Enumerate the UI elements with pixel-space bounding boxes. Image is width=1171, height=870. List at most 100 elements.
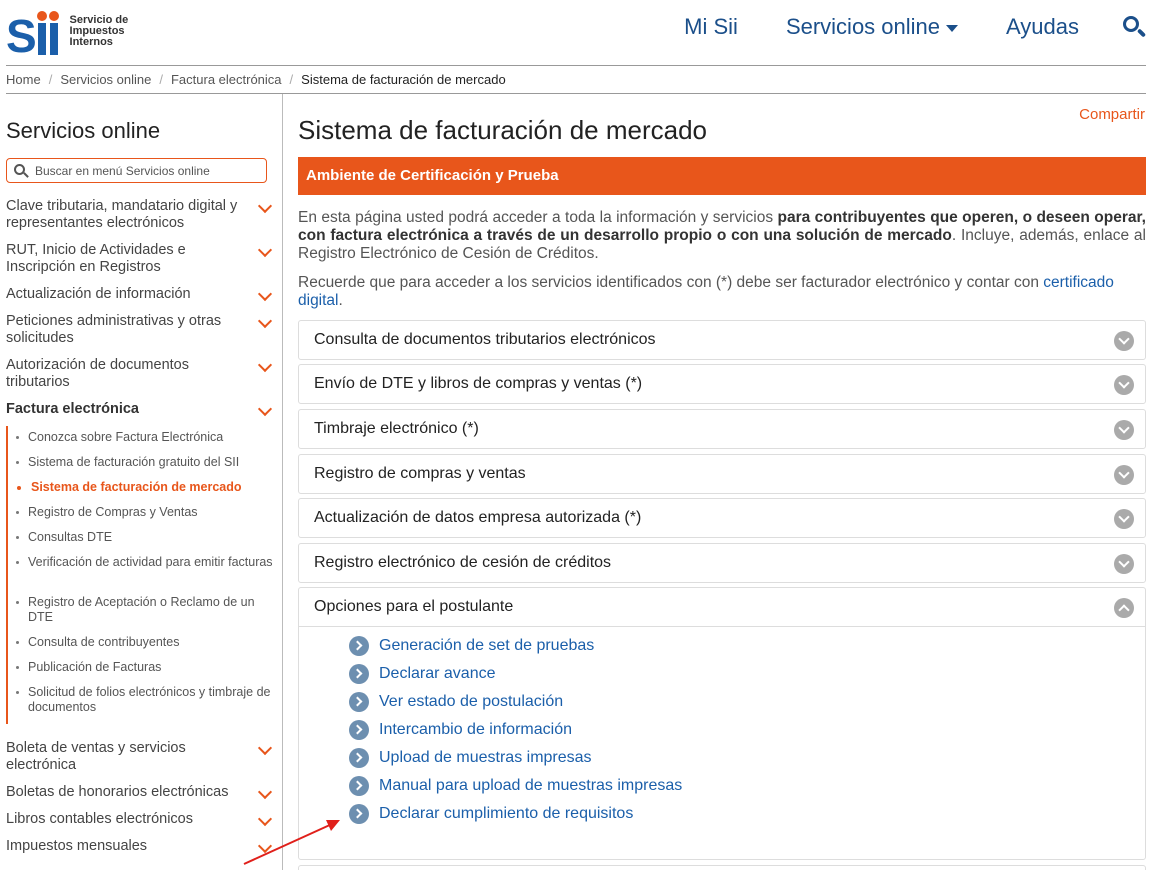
sidebar-item-label: Boletas de honorarios electrónicas — [6, 784, 229, 800]
chevron-down-icon — [257, 313, 273, 329]
sidebar-item-label: Boleta de ventas y servicios electrónica — [6, 740, 186, 773]
breadcrumb-servicios-online[interactable]: Servicios online — [60, 72, 151, 87]
logo-line-2: Impuestos — [69, 24, 125, 37]
option-ver-estado[interactable]: Ver estado de postulación — [349, 691, 563, 713]
sii-logo[interactable]: S Servicio de Impuestos Internos — [6, 6, 146, 59]
accordion-label: Opciones para el postulante — [314, 598, 514, 615]
environment-banner: Ambiente de Certificación y Prueba — [298, 157, 1146, 195]
accordion-label: Timbraje electrónico (*) — [314, 420, 479, 437]
accordion-timbraje[interactable]: Timbraje electrónico (*) — [298, 409, 1146, 449]
intro-text: En esta página usted podrá acceder a tod… — [298, 209, 778, 226]
chevron-down-icon — [1114, 420, 1134, 440]
nav-mi-sii[interactable]: Mi Sii — [684, 14, 738, 40]
submenu-item[interactable]: Consultas DTE — [16, 530, 273, 545]
accordion-opciones-postulante: Opciones para el postulante Generación d… — [298, 587, 1146, 860]
accordion-label: Registro de compras y ventas — [314, 465, 526, 482]
header-divider — [6, 65, 1146, 66]
submenu-item[interactable]: Registro de Compras y Ventas — [16, 505, 273, 520]
arrow-circle-icon — [349, 776, 369, 796]
accordion-envio-dte[interactable]: Envío de DTE y libros de compras y venta… — [298, 364, 1146, 404]
submenu-item-current[interactable]: Sistema de facturación de mercado — [17, 480, 276, 495]
chevron-down-icon — [1114, 554, 1134, 574]
arrow-circle-icon — [349, 636, 369, 656]
accordion-label: Consulta de documentos tributarios elect… — [314, 331, 656, 348]
sidebar: Servicios online Clave tributaria, manda… — [0, 94, 283, 870]
site-header: S Servicio de Impuestos Internos Mi Sii … — [0, 0, 1171, 62]
logo-line-1: Servicio de — [69, 13, 129, 26]
share-link[interactable]: Compartir — [1079, 106, 1145, 123]
option-label: Upload de muestras impresas — [379, 749, 592, 766]
sii-logo-text: Servicio de Impuestos Internos — [69, 13, 146, 48]
breadcrumb-separator: / — [159, 72, 163, 87]
sidebar-item-boleta-ventas[interactable]: Boleta de ventas y servicios electrónica — [6, 740, 276, 774]
option-label: Manual para upload de muestras impresas — [379, 777, 683, 794]
nav-ayudas[interactable]: Ayudas — [1006, 14, 1079, 40]
sidebar-item-impuestos-mensuales[interactable]: Impuestos mensuales — [6, 838, 276, 855]
arrow-circle-icon — [349, 720, 369, 740]
sidebar-item-actualizacion[interactable]: Actualización de información — [6, 286, 276, 303]
accordion-header[interactable]: Opciones para el postulante — [299, 588, 1145, 627]
sidebar-search-input[interactable] — [35, 163, 260, 178]
submenu-item[interactable]: Solicitud de folios electrónicos y timbr… — [16, 685, 273, 715]
search-icon[interactable] — [1121, 14, 1147, 40]
accordion-registro-compras[interactable]: Registro de compras y ventas — [298, 454, 1146, 494]
accordion-actualizacion-datos[interactable]: Actualización de datos empresa autorizad… — [298, 498, 1146, 538]
accordion-consulta-dte[interactable]: Consulta de documentos tributarios elect… — [298, 320, 1146, 360]
factura-submenu: Conozca sobre Factura Electrónica Sistem… — [6, 426, 276, 724]
nav-servicios-online[interactable]: Servicios online — [786, 14, 959, 40]
chevron-down-icon — [257, 838, 273, 854]
sidebar-item-label: Clave tributaria, mandatario digital y r… — [6, 198, 238, 231]
submenu-item[interactable]: Sistema de facturación gratuito del SII — [16, 455, 273, 470]
submenu-item[interactable]: Consulta de contribuyentes — [16, 635, 273, 650]
sidebar-item-peticiones[interactable]: Peticiones administrativas y otras solic… — [6, 313, 276, 347]
chevron-down-icon — [1114, 375, 1134, 395]
certificate-note-end: . — [338, 292, 343, 309]
certificate-note-text: Recuerde que para acceder a los servicio… — [298, 274, 1044, 291]
submenu-item[interactable]: Publicación de Facturas — [16, 660, 273, 675]
submenu-item[interactable]: Conozca sobre Factura Electrónica — [16, 430, 273, 445]
arrow-circle-icon — [349, 804, 369, 824]
chevron-down-icon — [1114, 465, 1134, 485]
option-declarar-avance[interactable]: Declarar avance — [349, 663, 496, 685]
breadcrumb-separator: / — [289, 72, 294, 87]
sidebar-item-boletas-honorarios[interactable]: Boletas de honorarios electrónicas — [6, 784, 276, 801]
accordion-label: Registro electrónico de cesión de crédit… — [314, 554, 612, 571]
breadcrumb-current: Sistema de facturación de mercado — [301, 72, 506, 87]
arrow-circle-icon — [349, 664, 369, 684]
breadcrumb-separator: / — [48, 72, 53, 87]
option-declarar-cumplimiento[interactable]: Declarar cumplimiento de requisitos — [349, 803, 633, 825]
option-upload-muestras[interactable]: Upload de muestras impresas — [349, 747, 592, 769]
option-label: Generación de set de pruebas — [379, 637, 595, 654]
option-label: Intercambio de información — [379, 721, 572, 738]
logo-line-3: Internos — [69, 35, 113, 48]
sidebar-search — [6, 158, 267, 183]
submenu-item[interactable]: Registro de Aceptación o Reclamo de un D… — [16, 595, 273, 625]
chevron-down-icon — [1114, 509, 1134, 529]
sidebar-item-rut[interactable]: RUT, Inicio de Actividades e Inscripción… — [6, 242, 276, 276]
arrow-circle-icon — [349, 748, 369, 768]
arrow-circle-icon — [349, 692, 369, 712]
option-manual-upload[interactable]: Manual para upload de muestras impresas — [349, 775, 682, 797]
breadcrumb-factura-electronica[interactable]: Factura electrónica — [171, 72, 282, 87]
accordion-label: Actualización de datos empresa autorizad… — [314, 509, 642, 526]
chevron-down-icon — [257, 286, 273, 302]
sidebar-item-label: Factura electrónica — [6, 401, 139, 417]
chevron-down-icon — [257, 401, 273, 417]
breadcrumb-home[interactable]: Home — [6, 72, 41, 87]
accordion-cesion-creditos[interactable]: Registro electrónico de cesión de crédit… — [298, 543, 1146, 583]
sidebar-item-autorizacion[interactable]: Autorización de documentos tributarios — [6, 357, 276, 391]
accordion-next-partial — [298, 865, 1146, 870]
certificate-note: Recuerde que para acceder a los servicio… — [298, 274, 1146, 310]
search-icon — [13, 163, 29, 179]
option-intercambio-informacion[interactable]: Intercambio de información — [349, 719, 572, 741]
sidebar-title: Servicios online — [6, 118, 161, 143]
page-title: Sistema de facturación de mercado — [298, 115, 707, 145]
sidebar-item-factura-electronica[interactable]: Factura electrónica — [6, 401, 276, 418]
sidebar-item-label: Autorización de documentos tributarios — [6, 357, 189, 390]
sidebar-item-libros-contables[interactable]: Libros contables electrónicos — [6, 811, 276, 828]
sidebar-item-clave-tributaria[interactable]: Clave tributaria, mandatario digital y r… — [6, 198, 276, 232]
submenu-item[interactable]: Verificación de actividad para emitir fa… — [16, 555, 273, 570]
sidebar-item-label: Impuestos mensuales — [6, 838, 148, 854]
option-generacion-set-pruebas[interactable]: Generación de set de pruebas — [349, 635, 594, 657]
chevron-up-icon — [1114, 598, 1134, 618]
